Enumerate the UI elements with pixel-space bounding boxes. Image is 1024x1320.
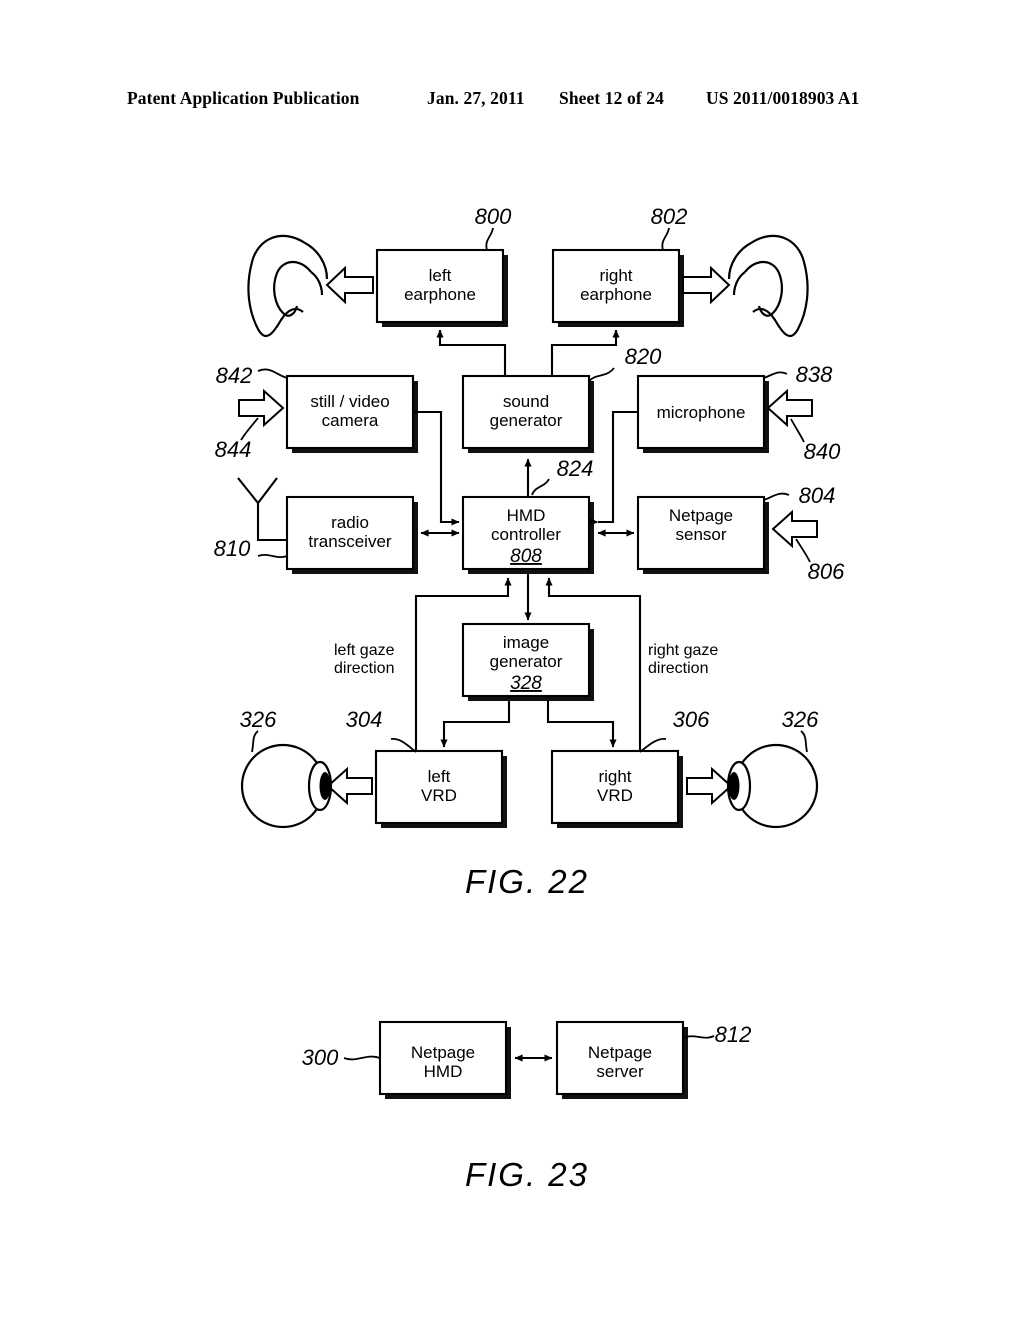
connector-sound-to-left-earphone	[436, 329, 507, 376]
netpage-server-label-2: server	[596, 1062, 644, 1081]
radio-label-2: transceiver	[308, 532, 391, 551]
netpage-server-label-1: Netpage	[588, 1043, 652, 1062]
connector-sound-to-right-earphone	[550, 329, 620, 376]
leader-842	[257, 368, 288, 379]
leader-326-right	[800, 730, 808, 753]
connector-microphone-to-controller	[590, 410, 638, 526]
hollow-arrow-sensor-input	[771, 509, 818, 549]
netpage-hmd-label-2: HMD	[424, 1062, 463, 1081]
right-vrd-label-2: VRD	[597, 786, 633, 805]
connector-imagegen-to-right-vrd	[546, 701, 617, 748]
ref-306: 306	[673, 707, 710, 732]
ref-820: 820	[625, 344, 662, 369]
sound-generator-label-1: sound	[503, 392, 549, 411]
hollow-arrow-left-vrd-to-eye	[326, 766, 373, 806]
fig23-caption: FIG. 23	[465, 1156, 589, 1193]
hmd-controller-label-2: controller	[491, 525, 561, 544]
ref-810: 810	[214, 536, 251, 561]
microphone-label: microphone	[657, 403, 746, 422]
fig22-caption: FIG. 22	[465, 863, 589, 900]
ref-800: 800	[475, 204, 512, 229]
ref-812: 812	[715, 1022, 752, 1047]
hollow-arrow-left-earphone-to-ear	[325, 265, 374, 305]
left-gaze-label-2: direction	[334, 660, 394, 677]
left-ear-illustration	[247, 234, 329, 338]
netpage-hmd-label-1: Netpage	[411, 1043, 475, 1062]
leader-810	[257, 553, 288, 559]
sound-generator-label-2: generator	[490, 411, 563, 430]
antenna-illustration	[237, 477, 287, 542]
camera-label-1: still / video	[310, 392, 389, 411]
leader-800	[485, 227, 494, 251]
ref-804: 804	[799, 483, 836, 508]
image-generator-ref: 328	[510, 673, 542, 694]
leader-840	[790, 418, 805, 443]
hollow-arrow-microphone-input	[766, 388, 813, 428]
ref-326-right: 326	[782, 707, 819, 732]
right-vrd-label-1: right	[598, 767, 631, 786]
ref-840: 840	[804, 439, 841, 464]
ref-326-left: 326	[240, 707, 277, 732]
leader-802	[661, 227, 670, 251]
left-earphone-label-1: left	[429, 266, 452, 285]
ref-838: 838	[796, 362, 833, 387]
ref-824: 824	[557, 456, 594, 481]
leader-838	[763, 371, 788, 379]
connector-imagegen-to-left-vrd	[440, 701, 511, 748]
ref-802: 802	[651, 204, 688, 229]
right-gaze-label-1: right gaze	[648, 642, 718, 659]
hollow-arrow-camera-input	[238, 388, 285, 428]
image-generator-label-2: generator	[490, 652, 563, 671]
ref-842: 842	[216, 363, 253, 388]
left-eye-illustration	[240, 743, 333, 829]
right-earphone-label-2: earphone	[580, 285, 652, 304]
hollow-arrow-right-vrd-to-eye	[686, 766, 733, 806]
ref-304: 304	[346, 707, 383, 732]
image-generator-label-1: image	[503, 633, 549, 652]
camera-label-2: camera	[322, 411, 379, 430]
patent-drawing-page: Patent Application Publication Jan. 27, …	[0, 0, 1024, 1320]
leader-804	[763, 492, 790, 501]
leader-300	[343, 1055, 381, 1061]
right-earphone-label-1: right	[599, 266, 632, 285]
leader-820	[588, 367, 615, 382]
connector-camera-to-controller	[413, 410, 460, 526]
hollow-arrow-right-earphone-to-ear	[682, 265, 731, 305]
leader-824	[531, 478, 550, 496]
hmd-controller-label-1: HMD	[507, 506, 546, 525]
figures-canvas: left earphone right earphone still / vid…	[214, 204, 845, 1193]
radio-label-1: radio	[331, 513, 369, 532]
hmd-controller-ref: 808	[510, 546, 542, 567]
leader-326-left	[251, 730, 259, 753]
ref-844: 844	[215, 437, 252, 462]
ref-300: 300	[302, 1045, 339, 1070]
netpage-sensor-label-2: sensor	[675, 525, 726, 544]
ref-806: 806	[808, 559, 845, 584]
netpage-sensor-label-1: Netpage	[669, 506, 733, 525]
right-ear-illustration	[727, 234, 809, 338]
right-eye-illustration	[726, 743, 819, 829]
left-vrd-label-2: VRD	[421, 786, 457, 805]
left-gaze-label-1: left gaze	[334, 642, 395, 659]
left-vrd-label-1: left	[428, 767, 451, 786]
right-gaze-label-2: direction	[648, 660, 708, 677]
left-earphone-label-2: earphone	[404, 285, 476, 304]
